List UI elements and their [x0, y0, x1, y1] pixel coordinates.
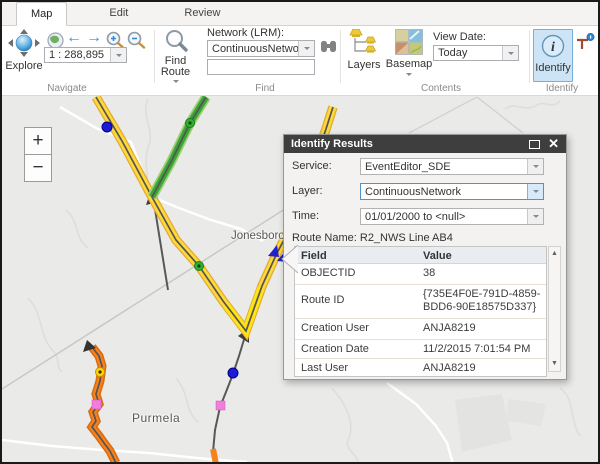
layers-button[interactable]: Layers — [345, 29, 383, 71]
identify-results-titlebar[interactable]: Identify Results ✕ — [284, 135, 566, 153]
layer-label: Layer: — [292, 183, 323, 200]
route-search-input[interactable] — [207, 59, 315, 75]
table-row[interactable]: OBJECTID 38 — [295, 264, 546, 285]
forward-extent-icon[interactable]: → — [86, 29, 102, 47]
basemap-button[interactable]: Basemap — [387, 29, 431, 79]
map-zoom-out-button[interactable]: − — [24, 154, 52, 182]
find-route-label: Find Route — [159, 56, 193, 77]
scroll-up-icon[interactable]: ▲ — [549, 249, 560, 259]
network-lrm-label: Network (LRM): — [207, 27, 284, 39]
identify-results-title: Identify Results — [291, 138, 373, 150]
service-caret[interactable] — [527, 159, 543, 174]
table-row[interactable]: Last User ANJA8219 — [295, 359, 546, 376]
field-cell: Creation Date — [295, 340, 417, 358]
map-scale-value: 1 : 288,895 — [45, 49, 110, 61]
close-icon[interactable]: ✕ — [548, 135, 559, 153]
identify-info-icon: i — [540, 33, 566, 62]
explore-button[interactable]: Explore — [5, 29, 43, 72]
layers-label: Layers — [347, 60, 380, 71]
map-scale-combo[interactable]: 1 : 288,895 — [44, 47, 127, 63]
view-date-label: View Date: — [433, 31, 486, 43]
contents-group-label: Contents — [421, 83, 461, 94]
view-date-caret[interactable] — [502, 46, 518, 60]
time-label: Time: — [292, 208, 319, 225]
view-date-dropdown[interactable]: Today — [433, 45, 519, 61]
layer-caret[interactable] — [527, 184, 543, 199]
table-row[interactable]: Creation User ANJA8219 — [295, 319, 546, 340]
table-scrollbar[interactable]: ▲ ▼ — [548, 246, 561, 372]
layers-icon — [349, 29, 379, 59]
navigate-group-label: Navigate — [47, 83, 86, 94]
time-value: 01/01/2000 to <null> — [361, 211, 527, 223]
map-zoom-control: + − — [24, 127, 52, 182]
panel-callout-pointer — [278, 242, 302, 276]
route-name-value: R2_NWS Line AB4 — [360, 232, 453, 244]
identify-results-panel: Identify Results ✕ Service: EventEditor_… — [283, 134, 567, 380]
find-group-label: Find — [255, 83, 274, 94]
map-markers — [92, 119, 288, 411]
identify-label: Identify — [535, 63, 570, 74]
service-label: Service: — [292, 158, 332, 175]
table-row[interactable]: Creation Date 11/2/2015 7:01:54 PM — [295, 340, 546, 359]
ribbon: Explore ← → 1 : 288,895 — [2, 26, 598, 96]
field-column-header: Field — [295, 247, 417, 263]
value-cell: ANJA8219 — [417, 319, 546, 339]
attributes-table: Field Value OBJECTID 38 Route ID {735E4F… — [294, 246, 547, 377]
table-header-row: Field Value — [295, 247, 546, 264]
layer-value: ContinuousNetwork — [361, 186, 527, 198]
route-name-row: Route Name: R2_NWS Line AB4 — [292, 232, 453, 244]
field-cell: OBJECTID — [295, 264, 417, 284]
find-route-caret — [173, 80, 179, 86]
value-cell: {735E4F0E-791D-4859-BDD6-90E18575D337} — [417, 285, 546, 318]
ribbon-tab-bar: Map Edit Review — [2, 2, 598, 26]
basemap-icon — [395, 29, 423, 58]
svg-text:i: i — [551, 40, 555, 55]
scroll-down-icon[interactable]: ▼ — [549, 359, 560, 369]
tab-map[interactable]: Map — [16, 2, 67, 26]
identify-button[interactable]: i Identify — [533, 29, 573, 82]
explore-pan-icon — [8, 29, 40, 60]
place-label-jonesboro: Jonesboro — [231, 230, 285, 242]
service-dropdown[interactable]: EventEditor_SDE — [360, 158, 544, 175]
network-lrm-caret[interactable] — [298, 41, 314, 56]
value-cell: 38 — [417, 264, 546, 284]
field-cell: Route ID — [295, 285, 417, 318]
find-route-button[interactable]: Find Route — [157, 28, 194, 86]
map-viewport: Jonesboro Purmela + − Identify Results ✕… — [2, 96, 598, 462]
basemap-caret — [406, 73, 412, 79]
network-lrm-value: ContinuousNetwork — [208, 43, 298, 55]
maximize-icon[interactable] — [529, 140, 540, 149]
table-row[interactable]: Route ID {735E4F0E-791D-4859-BDD6-90E185… — [295, 285, 546, 319]
field-cell: Creation User — [295, 319, 417, 339]
value-cell: 11/2/2015 7:01:54 PM — [417, 340, 546, 358]
explore-label: Explore — [5, 61, 42, 72]
time-dropdown[interactable]: 01/01/2000 to <null> — [360, 208, 544, 225]
place-label-purmela: Purmela — [132, 411, 180, 425]
network-lrm-dropdown[interactable]: ContinuousNetwork — [207, 40, 315, 57]
tab-review[interactable]: Review — [170, 2, 234, 25]
service-value: EventEditor_SDE — [361, 161, 527, 173]
identify-group-label: Identify — [546, 83, 578, 94]
map-zoom-in-button[interactable]: + — [24, 127, 52, 155]
field-cell: Last User — [295, 359, 417, 376]
layer-dropdown[interactable]: ContinuousNetwork — [360, 183, 544, 200]
back-extent-icon[interactable]: ← — [66, 29, 82, 47]
basemap-label: Basemap — [386, 59, 432, 70]
value-cell: ANJA8219 — [417, 359, 546, 376]
app-window: Map Edit Review Explore — [0, 0, 600, 464]
green-route — [152, 97, 206, 197]
map-scale-caret[interactable] — [110, 48, 126, 62]
zoom-out-tool-icon[interactable] — [127, 31, 146, 52]
identify-results-body: Service: EventEditor_SDE Layer: Continuo… — [284, 153, 566, 379]
tab-edit[interactable]: Edit — [95, 2, 142, 25]
binoculars-icon[interactable] — [319, 39, 338, 58]
view-date-value: Today — [434, 47, 502, 59]
find-route-magnifier-icon — [164, 28, 188, 55]
identify-route-tool-icon[interactable] — [575, 33, 595, 54]
value-column-header: Value — [417, 247, 546, 263]
time-caret[interactable] — [527, 209, 543, 224]
